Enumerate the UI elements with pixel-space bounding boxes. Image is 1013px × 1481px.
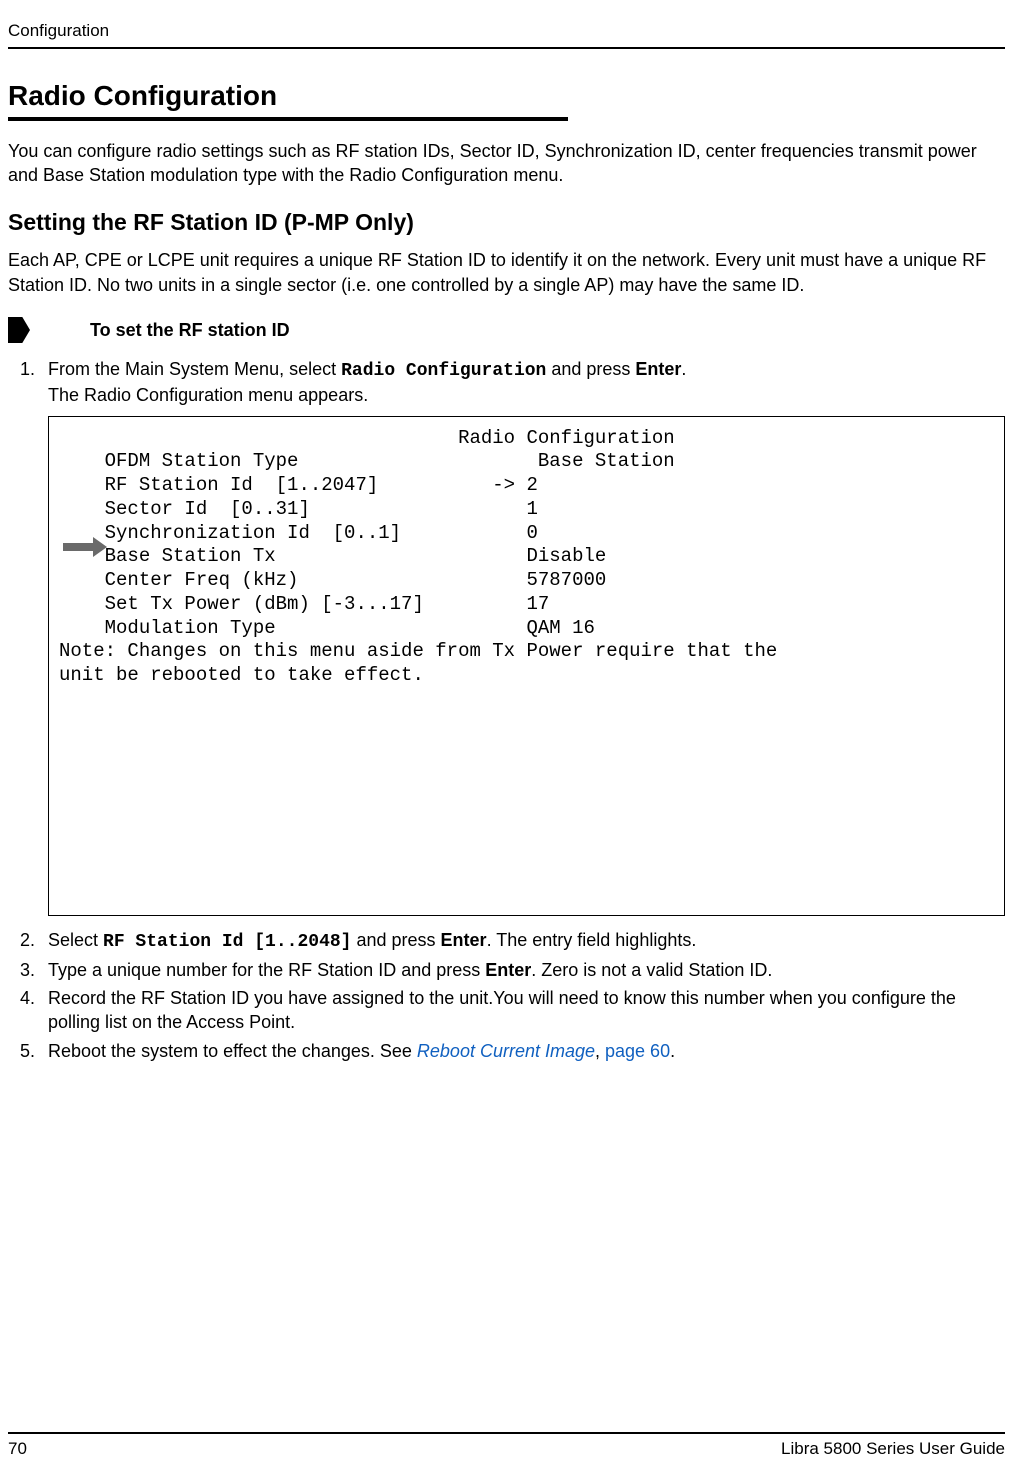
step-5-suffix: .	[670, 1041, 675, 1061]
intro-paragraph: You can configure radio settings such as…	[8, 139, 1005, 188]
step-3: Type a unique number for the RF Station …	[40, 958, 1005, 982]
step-2-suffix: . The entry field highlights.	[487, 930, 697, 950]
title-underline	[8, 117, 568, 121]
page-footer: 70 Libra 5800 Series User Guide	[8, 1432, 1005, 1461]
step-2-mid: and press	[351, 930, 440, 950]
procedure-steps: From the Main System Menu, select Radio …	[8, 357, 1005, 1063]
running-head-text: Configuration	[8, 21, 109, 40]
step-1-suffix: .	[681, 359, 686, 379]
step-5-mid: ,	[595, 1041, 605, 1061]
step-1-prefix: From the Main System Menu, select	[48, 359, 341, 379]
step-4: Record the RF Station ID you have assign…	[40, 986, 1005, 1035]
terminal-sync-line: Synchronization Id [0..1] 0	[59, 522, 998, 546]
step-2-prefix: Select	[48, 930, 103, 950]
page-title: Radio Configuration	[8, 77, 1005, 115]
procedure-label: To set the RF station ID	[90, 318, 290, 342]
step-1: From the Main System Menu, select Radio …	[40, 357, 1005, 916]
step-3-suffix: . Zero is not a valid Station ID.	[531, 960, 772, 980]
subsection-title: Setting the RF Station ID (P-MP Only)	[8, 207, 1005, 238]
terminal-title-line: Radio Configuration	[59, 427, 998, 451]
step-1-enter: Enter	[635, 359, 681, 379]
page-number: 70	[8, 1438, 27, 1461]
step-2: Select RF Station Id [1..2048] and press…	[40, 928, 1005, 954]
terminal-screen: Radio Configuration OFDM Station Type Ba…	[48, 416, 1005, 916]
page-ref-link[interactable]: page 60	[605, 1041, 670, 1061]
terminal-mod-line: Modulation Type QAM 16	[59, 617, 998, 641]
reboot-link[interactable]: Reboot Current Image	[417, 1041, 595, 1061]
procedure-heading: To set the RF station ID	[8, 317, 1005, 343]
step-5-prefix: Reboot the system to effect the changes.…	[48, 1041, 417, 1061]
step-2-command: RF Station Id [1..2048]	[103, 932, 351, 952]
step-1-mid: and press	[546, 359, 635, 379]
terminal-txpwr-line: Set Tx Power (dBm) [-3...17] 17	[59, 593, 998, 617]
step-1-line2: The Radio Configuration menu appears.	[48, 385, 368, 405]
terminal-note-line1: Note: Changes on this menu aside from Tx…	[59, 640, 998, 664]
terminal-cfreq-line: Center Freq (kHz) 5787000	[59, 569, 998, 593]
terminal-sector-line: Sector Id [0..31] 1	[59, 498, 998, 522]
subsection-body: Each AP, CPE or LCPE unit requires a uni…	[8, 248, 1005, 297]
terminal-bstx-line: Base Station Tx Disable	[59, 545, 998, 569]
footer-doc-title: Libra 5800 Series User Guide	[781, 1438, 1005, 1461]
running-header: Configuration	[8, 20, 1005, 49]
step-1-command: Radio Configuration	[341, 361, 546, 381]
step-5: Reboot the system to effect the changes.…	[40, 1039, 1005, 1063]
terminal-rf-line: RF Station Id [1..2047] -> 2	[59, 474, 998, 498]
step-3-enter: Enter	[485, 960, 531, 980]
step-3-prefix: Type a unique number for the RF Station …	[48, 960, 485, 980]
selection-arrow-icon	[63, 537, 107, 557]
procedure-arrow-icon	[8, 317, 30, 343]
step-2-enter: Enter	[441, 930, 487, 950]
terminal-ofdm-line: OFDM Station Type Base Station	[59, 450, 998, 474]
terminal-note-line2: unit be rebooted to take effect.	[59, 664, 998, 688]
